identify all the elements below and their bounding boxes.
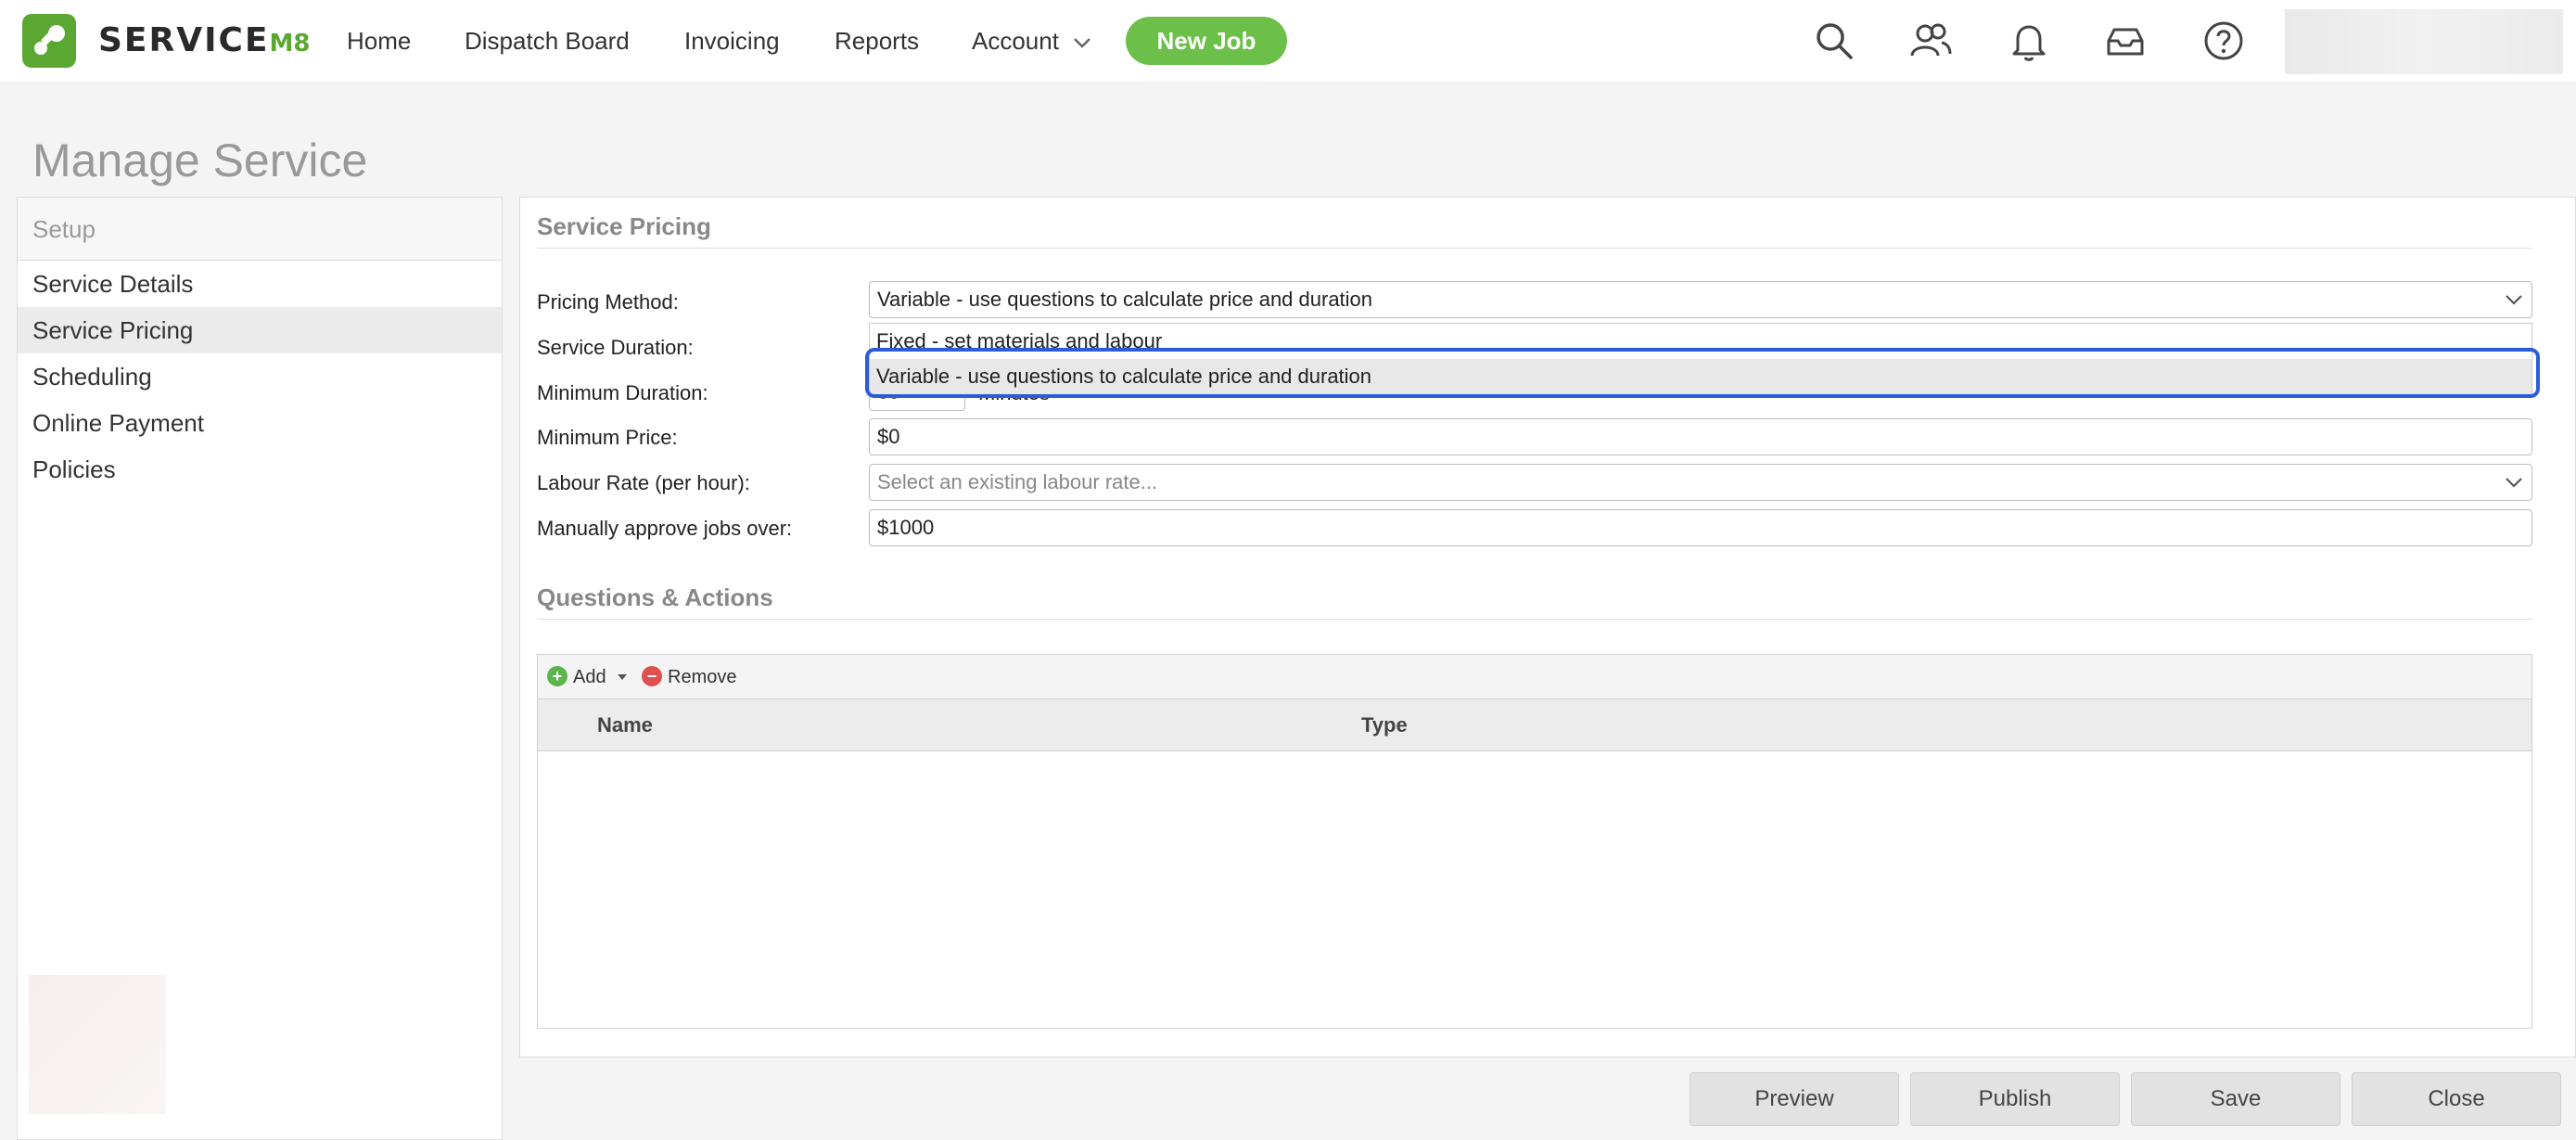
inbox-icon[interactable] <box>2103 19 2148 63</box>
new-job-button[interactable]: New Job <box>1126 17 1287 65</box>
service-pricing-title: Service Pricing <box>537 212 711 240</box>
add-label: Add <box>573 667 606 687</box>
sidebar-heading: Setup <box>18 198 502 261</box>
user-account-area[interactable] <box>2285 9 2563 74</box>
minus-icon: − <box>642 665 662 686</box>
sidebar-item-service-details[interactable]: Service Details <box>18 261 502 307</box>
nav-dispatch-board[interactable]: Dispatch Board <box>465 20 630 61</box>
page-title: Manage Service <box>32 134 368 186</box>
sidebar-image-placeholder <box>29 975 166 1114</box>
top-bar: SERVICEM8 Home Dispatch Board Invoicing … <box>0 0 2576 82</box>
minimum-price-input[interactable]: $0 <box>869 418 2532 455</box>
pricing-method-label: Pricing Method: <box>537 290 679 314</box>
sidebar-item-online-payment[interactable]: Online Payment <box>18 400 502 446</box>
people-icon[interactable] <box>1908 19 1953 63</box>
section-divider <box>537 248 2532 249</box>
nav-account[interactable]: Account <box>972 20 1093 61</box>
nav-reports[interactable]: Reports <box>835 20 919 61</box>
service-pricing-panel: Service Pricing Pricing Method: Variable… <box>519 197 2576 1057</box>
plus-icon: + <box>547 665 567 686</box>
pricing-method-select[interactable]: Variable - use questions to calculate pr… <box>869 281 2532 318</box>
pricing-method-value: Variable - use questions to calculate pr… <box>877 288 1373 311</box>
nav-account-label: Account <box>972 27 1059 55</box>
brand-wordmark: SERVICEM8 <box>98 21 311 59</box>
nav-invoicing[interactable]: Invoicing <box>684 20 780 61</box>
save-button[interactable]: Save <box>2131 1072 2340 1126</box>
chevron-down-icon <box>2506 478 2522 488</box>
add-button[interactable]: + Add <box>547 655 628 699</box>
grid-header: Name Type <box>538 699 2531 751</box>
nav-home[interactable]: Home <box>347 20 411 61</box>
sidebar-item-scheduling[interactable]: Scheduling <box>18 353 502 400</box>
service-duration-label: Service Duration: <box>537 336 694 359</box>
servicem8-logo[interactable] <box>22 14 76 68</box>
grid-toolbar: + Add − Remove <box>538 655 2531 699</box>
minimum-price-label: Minimum Price: <box>537 426 678 449</box>
remove-button[interactable]: − Remove <box>642 655 736 699</box>
close-button[interactable]: Close <box>2352 1072 2561 1126</box>
labour-rate-label: Labour Rate (per hour): <box>537 471 750 494</box>
search-icon[interactable] <box>1812 19 1856 63</box>
column-header-name[interactable]: Name <box>597 699 653 751</box>
help-icon[interactable] <box>2201 19 2246 63</box>
approve-jobs-label: Manually approve jobs over: <box>537 517 793 540</box>
questions-grid: + Add − Remove Name Type <box>537 654 2532 1029</box>
selected-option-highlight <box>865 348 2540 398</box>
sidebar-item-service-pricing[interactable]: Service Pricing <box>18 307 502 353</box>
preview-button[interactable]: Preview <box>1690 1072 1899 1126</box>
setup-sidebar: Setup Service Details Service Pricing Sc… <box>17 197 503 1140</box>
questions-actions-title: Questions & Actions <box>537 583 773 611</box>
bell-icon[interactable] <box>2007 19 2051 63</box>
labour-rate-select[interactable]: Select an existing labour rate... <box>869 464 2532 501</box>
column-header-type[interactable]: Type <box>1361 699 1408 751</box>
chevron-down-icon <box>2506 295 2522 305</box>
publish-button[interactable]: Publish <box>1910 1072 2120 1126</box>
chevron-down-icon <box>1074 38 1091 48</box>
sidebar-item-policies[interactable]: Policies <box>18 446 502 493</box>
minimum-duration-label: Minimum Duration: <box>537 381 708 404</box>
approve-jobs-input[interactable]: $1000 <box>869 509 2532 546</box>
labour-rate-placeholder: Select an existing labour rate... <box>877 470 1158 493</box>
caret-down-icon <box>618 674 628 680</box>
section-divider <box>537 619 2532 620</box>
remove-label: Remove <box>668 667 737 687</box>
